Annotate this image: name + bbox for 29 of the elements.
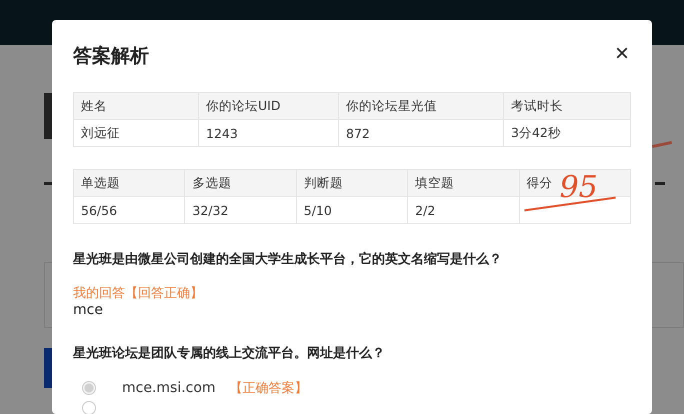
table-cell: 3分42秒	[504, 120, 630, 146]
column-header: 姓名	[74, 92, 198, 120]
answer-label: 我的回答【回答正确】	[73, 285, 204, 302]
table-cell: 刘远征	[74, 120, 198, 146]
handwritten-score: 95	[560, 171, 598, 205]
column-header: 考试时长	[504, 92, 630, 120]
table-cell: 32/32	[184, 196, 296, 224]
table-cell: 1243	[198, 120, 338, 146]
column-header: 你的论坛星光值	[338, 92, 504, 120]
table-cell: 56/56	[74, 196, 185, 224]
table-cell: 872	[338, 120, 504, 146]
nav-underline	[655, 182, 665, 185]
correct-answer-tag: 【正确答案】	[230, 379, 308, 397]
table-cell: 5/10	[296, 196, 408, 224]
question-text: 星光班论坛是团队专属的线上交流平台。网址是什么？	[73, 344, 386, 362]
dialog-title: 答案解析	[73, 44, 149, 69]
radio-button[interactable]	[82, 381, 96, 395]
column-header: 单选题	[74, 170, 185, 196]
radio-button[interactable]	[82, 401, 96, 414]
close-button[interactable]: ×	[612, 42, 631, 66]
question-text: 星光班是由微星公司创建的全国大学生成长平台，它的英文名缩写是什么？	[73, 250, 503, 268]
answer-text: mce	[73, 302, 104, 318]
option-text: mce.msi.com	[122, 380, 216, 396]
accent-stroke	[652, 140, 672, 148]
column-header: 判断题	[296, 170, 408, 196]
column-header: 多选题	[184, 170, 296, 196]
table-cell: 2/2	[408, 196, 520, 224]
column-header: 填空题	[408, 170, 520, 196]
column-header: 你的论坛UID	[198, 92, 338, 120]
